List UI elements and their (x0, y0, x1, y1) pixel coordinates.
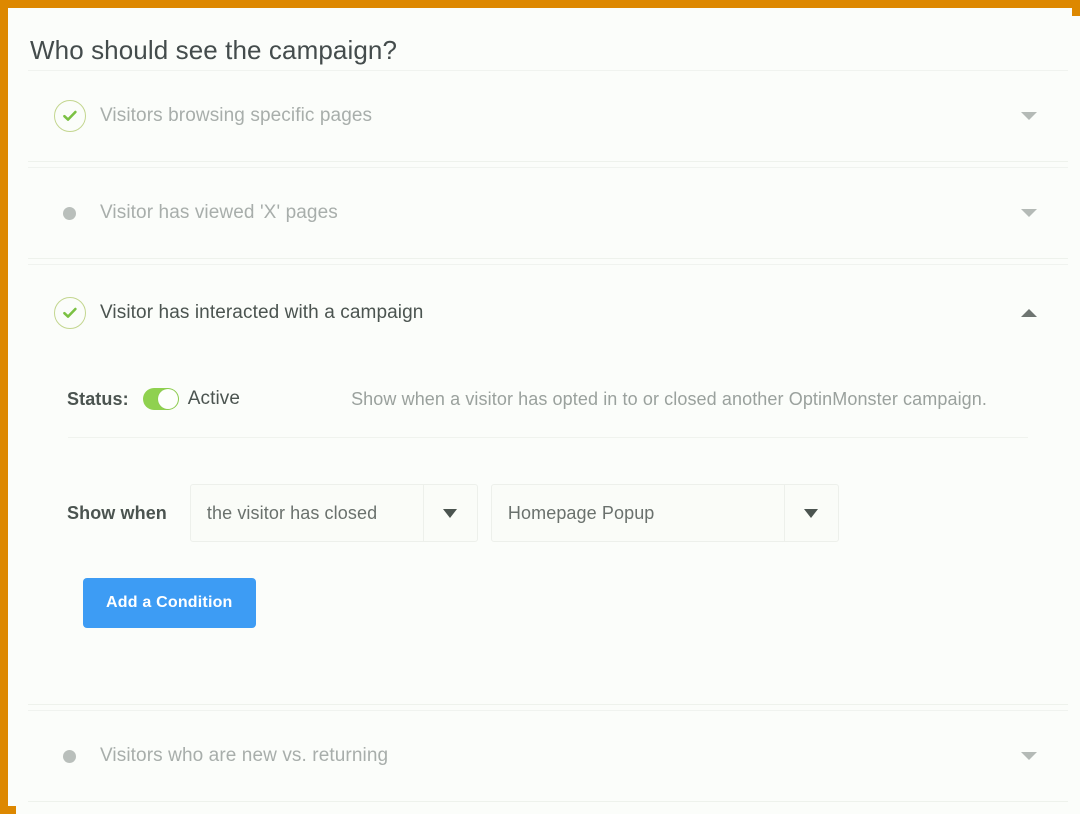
chevron-up-icon[interactable] (1018, 302, 1040, 324)
rule-header[interactable]: Visitors browsing specific pages (28, 71, 1068, 161)
check-circle-icon (54, 100, 86, 132)
event-select-value: the visitor has closed (206, 502, 378, 523)
event-select[interactable]: the visitor has closed (189, 484, 478, 542)
rule-indicator (54, 297, 100, 329)
rule-label: Visitors who are new vs. returning (100, 745, 389, 766)
screenshot-frame: Who should see the campaign? Visitors br… (0, 0, 1080, 814)
rule-label: Visitor has viewed 'X' pages (100, 202, 338, 223)
rule-indicator (54, 749, 100, 763)
rule-card-visitor-has-viewed-x-pages[interactable]: Visitor has viewed 'X' pages (28, 167, 1068, 259)
status-row: Status: Active Show when a visitor has o… (54, 361, 1042, 437)
chevron-down-icon[interactable] (1018, 745, 1040, 767)
rule-indicator (54, 100, 100, 132)
rule-header[interactable]: Visitors who are new vs. returning (28, 711, 1068, 801)
chevron-down-icon[interactable] (1018, 105, 1040, 127)
rule-description: Show when a visitor has opted in to or c… (351, 388, 988, 409)
rule-body: Status: Active Show when a visitor has o… (28, 361, 1068, 704)
target-campaign-select[interactable]: Homepage Popup (490, 484, 839, 542)
rule-header[interactable]: Visitor has viewed 'X' pages (28, 168, 1068, 258)
rule-card-visitor-has-interacted-with-a-campaign[interactable]: Visitor has interacted with a campaign S… (28, 264, 1068, 705)
rule-card-visitors-who-are-new-vs-returning[interactable]: Visitors who are new vs. returning (28, 710, 1068, 802)
toggle-knob (157, 389, 178, 409)
rule-indicator (54, 206, 100, 220)
caret-down-icon[interactable] (783, 485, 838, 541)
status-toggle[interactable] (142, 388, 179, 410)
dot-icon (63, 749, 76, 763)
status-value: Active (187, 388, 241, 409)
rule-header[interactable]: Visitor has interacted with a campaign (28, 265, 1068, 361)
show-when-row: Show when the visitor has closed Homepag… (54, 438, 1042, 542)
add-condition-button[interactable]: Add a Condition (83, 578, 256, 628)
rule-label: Visitor has interacted with a campaign (100, 302, 424, 323)
display-rules-panel: Who should see the campaign? Visitors br… (16, 16, 1080, 814)
page-title: Who should see the campaign? (30, 35, 398, 65)
target-campaign-value: Homepage Popup (507, 502, 655, 523)
show-when-label: Show when (67, 502, 167, 523)
rule-label: Visitors browsing specific pages (100, 105, 373, 126)
status-label: Status: (67, 388, 129, 409)
body-bottom-spacer (54, 628, 1042, 704)
chevron-down-icon[interactable] (1018, 202, 1040, 224)
caret-down-icon[interactable] (422, 485, 477, 541)
check-circle-icon (54, 297, 86, 329)
rule-card-visitors-browsing-specific-pages[interactable]: Visitors browsing specific pages (28, 70, 1068, 162)
dot-icon (63, 206, 76, 220)
